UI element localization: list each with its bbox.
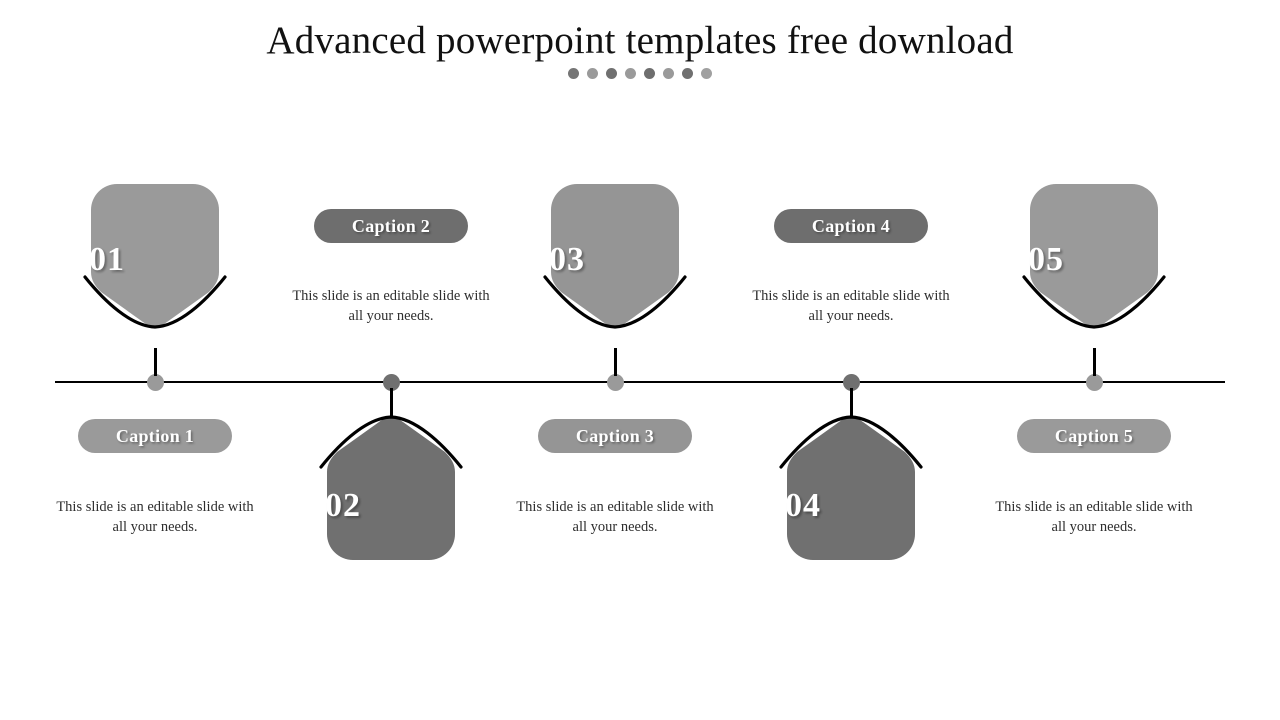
node-5: 05 Caption 5 This slide is an editable sli…: [974, 0, 1214, 720]
connector-stem-2: [389, 388, 393, 416]
connector-stem-5: [1092, 348, 1096, 376]
step-number-02: 02: [325, 487, 361, 524]
connector-stem-1: [153, 348, 157, 376]
caption-pill-4[interactable]: Caption 4: [774, 209, 928, 243]
step-number-03: 03: [549, 241, 585, 278]
node-1: 01 Caption 1 This slide is an editable sli…: [35, 0, 275, 720]
caption-pill-2[interactable]: Caption 2: [314, 209, 468, 243]
node-3: 03 Caption 3 This slide is an editable sli…: [495, 0, 735, 720]
body-text-4: This slide is an editable slide with all…: [752, 288, 950, 324]
step-number-04: 04: [785, 487, 821, 524]
body-text-2: This slide is an editable slide with all…: [292, 288, 490, 324]
node-2: 02 Caption 2 This slide is an editable sli…: [271, 0, 511, 720]
step-number-01: 01: [89, 241, 125, 278]
caption-pill-1[interactable]: Caption 1: [78, 419, 232, 453]
connector-stem-3: [613, 348, 617, 376]
body-text-1: This slide is an editable slide with all…: [56, 499, 254, 535]
slide-canvas: Advanced powerpoint templates free downl…: [0, 0, 1280, 720]
node-4: 04 Caption 4 This slide is an editable sli…: [731, 0, 971, 720]
connector-stem-4: [849, 388, 853, 416]
body-text-5: This slide is an editable slide with all…: [995, 499, 1193, 535]
caption-pill-5[interactable]: Caption 5: [1017, 419, 1171, 453]
body-text-3: This slide is an editable slide with all…: [516, 499, 714, 535]
step-number-05: 05: [1028, 241, 1064, 278]
caption-pill-3[interactable]: Caption 3: [538, 419, 692, 453]
